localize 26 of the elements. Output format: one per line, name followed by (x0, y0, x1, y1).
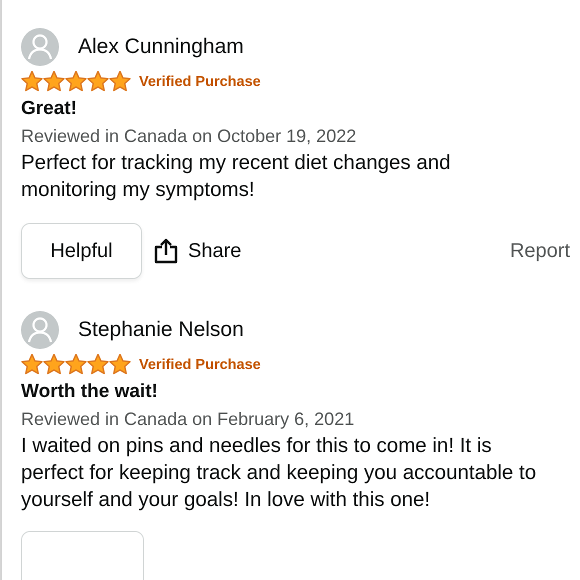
reviewer-name: Stephanie Nelson (78, 318, 244, 342)
verified-purchase-label: Verified Purchase (139, 74, 261, 90)
review-title: Great! (21, 98, 78, 120)
review-date: Reviewed in Canada on February 6, 2021 (21, 409, 356, 430)
star-icon (87, 71, 109, 92)
review-text: Perfect for tracking my recent diet changes and monitoring my symptoms! (21, 150, 452, 203)
avatar-icon (21, 311, 59, 349)
star-icon (21, 71, 43, 92)
star-icon (21, 354, 43, 375)
review-title: Worth the wait! (21, 381, 159, 403)
star-icon (65, 71, 87, 92)
verified-purchase-label: Verified Purchase (139, 356, 261, 372)
review-text: I waited on pins and needles for this to come in! It is perfect for keeping track and keeping you accountable to yourself and your goals! In love with this one! (21, 433, 538, 513)
helpful-button[interactable]: Helpful (21, 223, 142, 279)
share-icon (154, 238, 178, 264)
star-icon (43, 71, 65, 92)
report-link[interactable]: Report (510, 240, 570, 262)
avatar-icon (21, 28, 59, 66)
share-button[interactable]: Share (154, 238, 242, 264)
review-date: Reviewed in Canada on October 19, 2022 (21, 126, 358, 147)
star-icon (109, 71, 131, 92)
star-icon (43, 354, 65, 375)
star-icon (87, 354, 109, 375)
star-icon (65, 354, 87, 375)
star-icon (109, 354, 131, 375)
reviewer-name: Alex Cunningham (78, 35, 244, 59)
